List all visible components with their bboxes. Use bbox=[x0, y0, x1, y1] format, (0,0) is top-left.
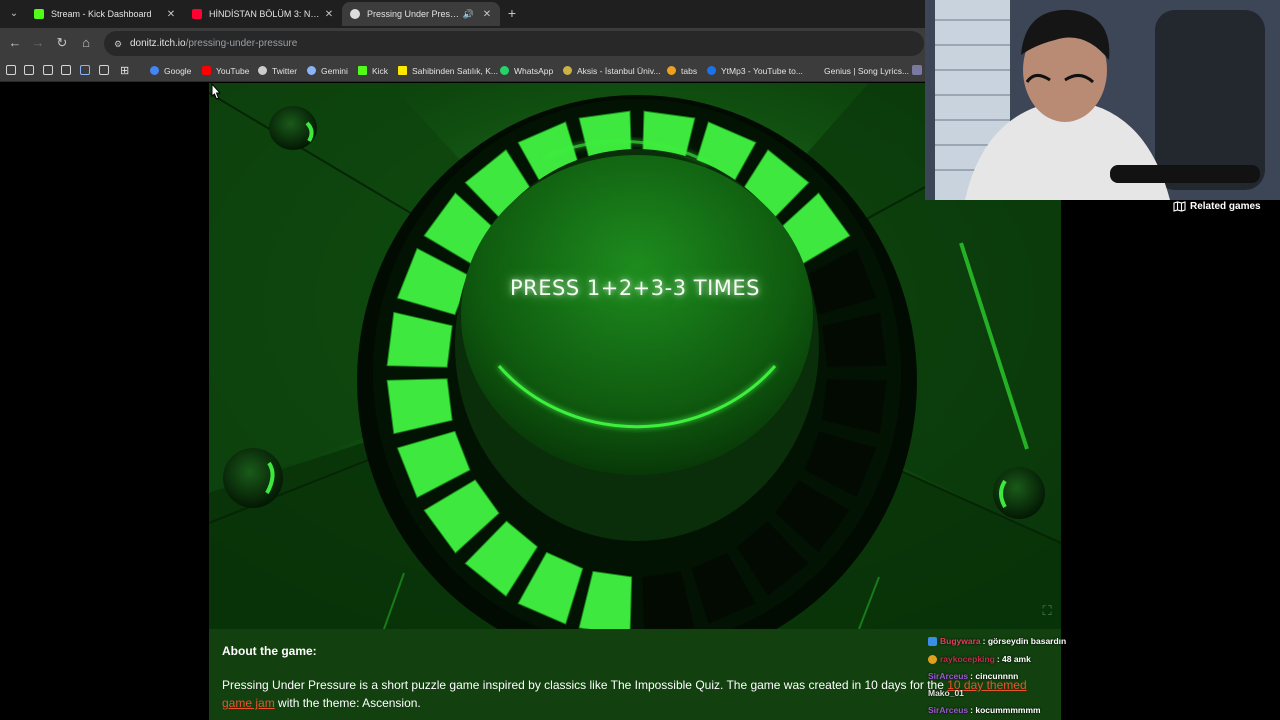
kick-favicon-icon bbox=[34, 9, 44, 19]
chat-badge-icon bbox=[928, 636, 937, 646]
chat-username: SirArceus bbox=[928, 705, 969, 715]
chat-text: 48 amk bbox=[1002, 654, 1031, 664]
whatsapp-icon bbox=[500, 66, 509, 75]
chat-message: SirArceus: cincunnnn bbox=[928, 669, 1018, 683]
bookmark-label: Genius | Song Lyrics... bbox=[824, 65, 910, 76]
bookmark-label: Google bbox=[164, 65, 192, 76]
map-icon bbox=[1173, 200, 1186, 212]
bookmark-youtube[interactable]: YouTube bbox=[202, 63, 249, 78]
home-icon[interactable]: ⌂ bbox=[77, 34, 95, 52]
bookmark-label: Aksis - İstanbul Üniv... bbox=[577, 65, 661, 76]
chat-message: SirArceus: kocummmmmm bbox=[928, 703, 1041, 717]
chat-badge-icon bbox=[928, 654, 937, 664]
about-heading: About the game: bbox=[222, 644, 317, 658]
bookmark-whatsapp[interactable]: WhatsApp bbox=[500, 63, 553, 78]
youtube-favicon-icon bbox=[192, 9, 202, 19]
bookmark-overflow-icon[interactable] bbox=[912, 65, 922, 75]
chat-text: kocummmmmm bbox=[975, 705, 1041, 715]
address-path: /pressing-under-pressure bbox=[185, 38, 298, 49]
site-info-icon[interactable]: ⚙ bbox=[114, 39, 124, 49]
gemini-icon bbox=[307, 66, 316, 75]
back-icon[interactable]: ← bbox=[6, 34, 24, 52]
related-games-label: Related games bbox=[1190, 200, 1261, 212]
tab-pressing-under-pressure[interactable]: Pressing Under Pressure by 🔊 ✕ bbox=[342, 2, 500, 26]
speaker-icon[interactable]: 🔊 bbox=[463, 9, 474, 20]
x-icon bbox=[258, 66, 267, 75]
instruction-text: PRESS 1+2+3-3 TIMES bbox=[510, 276, 760, 300]
chat-message: raykocepking: 48 amk bbox=[928, 652, 1031, 666]
bookmark-tabs[interactable]: tabs bbox=[667, 63, 697, 78]
bookmark-label: Gemini bbox=[321, 65, 348, 76]
bookmark-label: Kick bbox=[372, 65, 389, 76]
tab-title: HİNDİSTAN BÖLÜM 3: NEW DE bbox=[209, 9, 322, 19]
bookmark-kick[interactable]: Kick bbox=[358, 63, 388, 78]
bookmark-folder-icon[interactable] bbox=[24, 65, 34, 75]
fullscreen-icon[interactable]: ⛶ bbox=[1039, 603, 1055, 619]
close-tab-icon[interactable]: ✕ bbox=[322, 9, 336, 20]
chat-text: görseydin basardın bbox=[987, 636, 1067, 646]
ytmp3-icon bbox=[707, 66, 716, 75]
bookmark-ytmp3[interactable]: YtMp3 - YouTube to... bbox=[707, 63, 803, 78]
address-bar[interactable]: ⚙ donitz.itch.io/pressing-under-pressure bbox=[104, 31, 924, 56]
related-games-button[interactable]: Related games bbox=[1173, 199, 1261, 213]
bookmark-label: Sahibinden Satılık, K... bbox=[412, 65, 498, 76]
bookmark-twitter[interactable]: Twitter bbox=[258, 63, 297, 78]
sahibinden-icon bbox=[398, 66, 407, 75]
bookmark-label: tabs bbox=[681, 65, 698, 76]
gaming-chair bbox=[1155, 10, 1265, 190]
bookmark-label: WhatsApp bbox=[514, 65, 554, 76]
description-text: Pressing Under Pressure is a short puzzl… bbox=[222, 678, 948, 692]
chat-username: Bugywara bbox=[940, 636, 981, 646]
tab-kick-dashboard[interactable]: Stream - Kick Dashboard ✕ bbox=[26, 2, 184, 26]
close-tab-icon[interactable]: ✕ bbox=[480, 9, 494, 20]
tab-youtube-video[interactable]: HİNDİSTAN BÖLÜM 3: NEW DE ✕ bbox=[184, 2, 342, 26]
bookmark-folder-icon[interactable] bbox=[6, 65, 16, 75]
bookmark-folder-icon[interactable] bbox=[43, 65, 53, 75]
bookmark-aksis[interactable]: Aksis - İstanbul Üniv... bbox=[563, 63, 660, 78]
chat-message: Mako_01 bbox=[928, 686, 966, 700]
kick-icon bbox=[358, 66, 367, 75]
bookmark-gemini[interactable]: Gemini bbox=[307, 63, 348, 78]
apps-grid-icon[interactable]: ⊞ bbox=[120, 63, 129, 78]
close-tab-icon[interactable]: ✕ bbox=[164, 9, 178, 20]
bookmark-google[interactable]: Google bbox=[150, 63, 191, 78]
chat-message: Bugywara: görseydin basardın bbox=[928, 634, 1066, 648]
tabs-icon bbox=[667, 66, 676, 75]
bookmark-label: YouTube bbox=[216, 65, 250, 76]
bookmark-folder-icon[interactable] bbox=[99, 65, 109, 75]
chat-username: Mako_01 bbox=[928, 688, 964, 698]
microphone bbox=[1110, 165, 1260, 183]
tab-title: Stream - Kick Dashboard bbox=[51, 9, 152, 19]
bookmark-folder-icon[interactable] bbox=[61, 65, 71, 75]
aksis-icon bbox=[563, 66, 572, 75]
webcam-overlay bbox=[925, 0, 1280, 200]
bookmark-genius[interactable]: Genius | Song Lyrics... bbox=[810, 63, 909, 78]
google-icon bbox=[150, 66, 159, 75]
tab-title: Pressing Under Pressure by bbox=[367, 9, 463, 19]
address-host: donitz.itch.io bbox=[130, 38, 186, 49]
chat-username: raykocepking bbox=[940, 654, 995, 664]
itch-favicon-icon bbox=[350, 9, 360, 19]
chat-text: cincunnnn bbox=[975, 671, 1019, 681]
bookmark-sahibinden[interactable]: Sahibinden Satılık, K... bbox=[398, 63, 498, 78]
reload-icon[interactable]: ↻ bbox=[53, 34, 71, 52]
tab-search-chevron-icon[interactable]: ⌄ bbox=[6, 6, 22, 22]
chat-username: SirArceus bbox=[928, 671, 969, 681]
webcam-feed bbox=[925, 0, 1280, 200]
bookmark-label: Twitter bbox=[272, 65, 298, 76]
bookmark-folder-icon[interactable] bbox=[80, 65, 90, 75]
description-text: with the theme: Ascension. bbox=[274, 696, 421, 710]
forward-icon[interactable]: → bbox=[29, 34, 47, 52]
mouse-cursor-icon bbox=[211, 83, 222, 100]
bookmark-label: YtMp3 - YouTube to... bbox=[721, 65, 803, 76]
stream-chat-overlay: Bugywara: görseydin basardın raykocepkin… bbox=[928, 634, 1280, 720]
youtube-icon bbox=[202, 66, 211, 75]
new-tab-button[interactable]: + bbox=[504, 5, 520, 21]
